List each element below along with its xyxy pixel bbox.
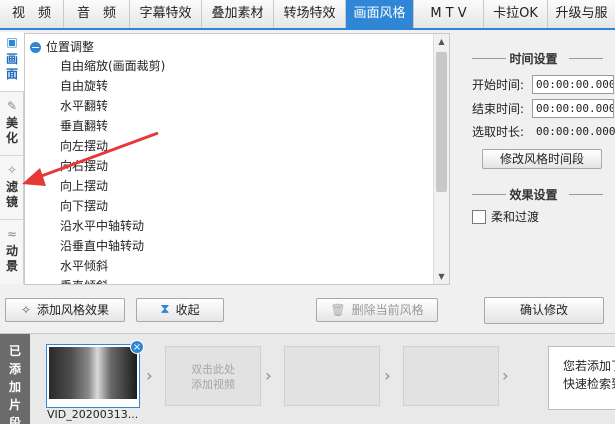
add-style-effect-button[interactable]: ✧ 添加风格效果 xyxy=(5,298,125,322)
list-item[interactable]: 水平翻转 xyxy=(60,96,108,116)
tab-upgrade-service[interactable]: 升级与服 xyxy=(548,0,615,28)
list-item[interactable]: 向左摆动 xyxy=(60,136,108,156)
delete-current-style-button[interactable]: 🗑 删除当前风格 xyxy=(316,298,438,322)
side-tab-filter[interactable]: ✧ 滤镜 xyxy=(0,160,24,220)
empty-clip-slot[interactable]: 双击此处 添加视频 xyxy=(165,346,261,406)
time-settings-title: 时间设置 xyxy=(452,50,615,66)
video-clip-thumbnail[interactable]: VID_20200313... xyxy=(46,344,140,421)
tab-overlay-material[interactable]: 叠加素材 xyxy=(202,0,274,28)
tab-subtitle-effects[interactable]: 字幕特效 xyxy=(130,0,202,28)
scroll-up-icon[interactable]: ▲ xyxy=(434,34,449,49)
smooth-transition-checkbox[interactable] xyxy=(472,210,486,224)
chevron-right-icon: ›› xyxy=(265,366,272,385)
added-clips-label: 已添加片段 xyxy=(0,334,30,424)
clip-preview-image xyxy=(49,347,137,399)
group-header-position[interactable]: 位置调整 xyxy=(30,38,94,56)
tab-video[interactable]: 视 频 xyxy=(0,0,64,28)
end-time-input[interactable]: 00:00:00.000 xyxy=(532,99,614,118)
remove-clip-close-icon[interactable]: × xyxy=(130,340,144,354)
start-time-label: 开始时间: xyxy=(472,78,525,92)
chevron-right-icon: ›› xyxy=(146,366,153,385)
group-label: 位置调整 xyxy=(46,40,95,54)
confirm-modify-button[interactable]: 确认修改 xyxy=(484,297,604,324)
top-tab-bar: 视 频 音 频 字幕特效 叠加素材 转场特效 画面风格 M T V 卡拉OK 升… xyxy=(0,0,615,30)
side-tab-beautify[interactable]: ✎ 美化 xyxy=(0,96,24,156)
trash-icon: 🗑 xyxy=(330,303,346,317)
end-time-label: 结束时间: xyxy=(472,102,525,116)
modify-time-range-button[interactable]: 修改风格时间段 xyxy=(482,149,602,169)
start-time-input[interactable]: 00:00:00.000 xyxy=(532,75,614,94)
magic-wand-icon: ✧ xyxy=(20,303,32,317)
tab-karaoke[interactable]: 卡拉OK xyxy=(484,0,548,28)
effect-settings-title: 效果设置 xyxy=(452,186,615,202)
tab-audio[interactable]: 音 频 xyxy=(64,0,130,28)
list-item[interactable]: 向右摆动 xyxy=(60,156,108,176)
collapse-icon[interactable] xyxy=(30,41,41,53)
screen-icon: ▣ xyxy=(6,35,18,49)
chevron-right-icon: ›› xyxy=(502,366,509,385)
clip-filename: VID_20200313... xyxy=(47,408,139,421)
list-item[interactable]: 垂直倾斜 xyxy=(60,276,108,284)
side-tab-picture[interactable]: ▣ 画面 xyxy=(0,32,24,92)
smooth-transition-label[interactable]: 柔和过渡 xyxy=(491,209,539,225)
list-item[interactable]: 向上摆动 xyxy=(60,176,108,196)
effect-tree-list: 位置调整 自由缩放(画面裁剪) 自由旋转 水平翻转 垂直翻转 向左摆动 向右摆动… xyxy=(24,33,450,285)
collapse-arrows-icon: ⧗ xyxy=(160,302,170,317)
list-item[interactable]: 向下摆动 xyxy=(60,196,108,216)
scroll-thumb[interactable] xyxy=(436,52,447,192)
list-item[interactable]: 沿垂直中轴转动 xyxy=(60,236,144,256)
duration-value: 00:00:00.000 xyxy=(536,125,615,138)
list-item[interactable]: 自由旋转 xyxy=(60,76,108,96)
scroll-down-icon[interactable]: ▼ xyxy=(434,269,449,284)
brush-icon: ✎ xyxy=(6,99,18,113)
list-item[interactable]: 垂直翻转 xyxy=(60,116,108,136)
empty-clip-slot[interactable] xyxy=(403,346,499,406)
collapse-button[interactable]: ⧗ 收起 xyxy=(136,298,224,322)
waves-icon: ≈ xyxy=(6,227,18,241)
list-item[interactable]: 沿水平中轴转动 xyxy=(60,216,144,236)
empty-clip-slot[interactable] xyxy=(284,346,380,406)
list-item[interactable]: 自由缩放(画面裁剪) xyxy=(60,56,165,76)
list-scrollbar[interactable]: ▲ ▼ xyxy=(433,34,449,284)
tip-message-box: 您若添加了 快速检索到 xyxy=(548,346,615,410)
added-clips-strip: 已添加片段 VID_20200313... × ›› 双击此处 添加视频 ›› … xyxy=(0,333,615,424)
side-tab-motion[interactable]: ≈ 动景 xyxy=(0,224,24,284)
magic-wand-icon: ✧ xyxy=(6,163,18,177)
tab-transition-effects[interactable]: 转场特效 xyxy=(274,0,346,28)
style-toolbar: ✧ 添加风格效果 ⧗ 收起 🗑 删除当前风格 xyxy=(0,286,450,332)
side-category-tabs: ▣ 画面 ✎ 美化 ✧ 滤镜 ≈ 动景 xyxy=(0,32,24,284)
settings-panel: 时间设置 开始时间: 00:00:00.000 结束时间: 00:00:00.0… xyxy=(452,33,615,285)
duration-label: 选取时长: xyxy=(472,125,525,139)
list-item[interactable]: 水平倾斜 xyxy=(60,256,108,276)
chevron-right-icon: ›› xyxy=(384,366,391,385)
tab-picture-style[interactable]: 画面风格 xyxy=(346,0,414,28)
tab-mtv[interactable]: M T V xyxy=(414,0,484,28)
